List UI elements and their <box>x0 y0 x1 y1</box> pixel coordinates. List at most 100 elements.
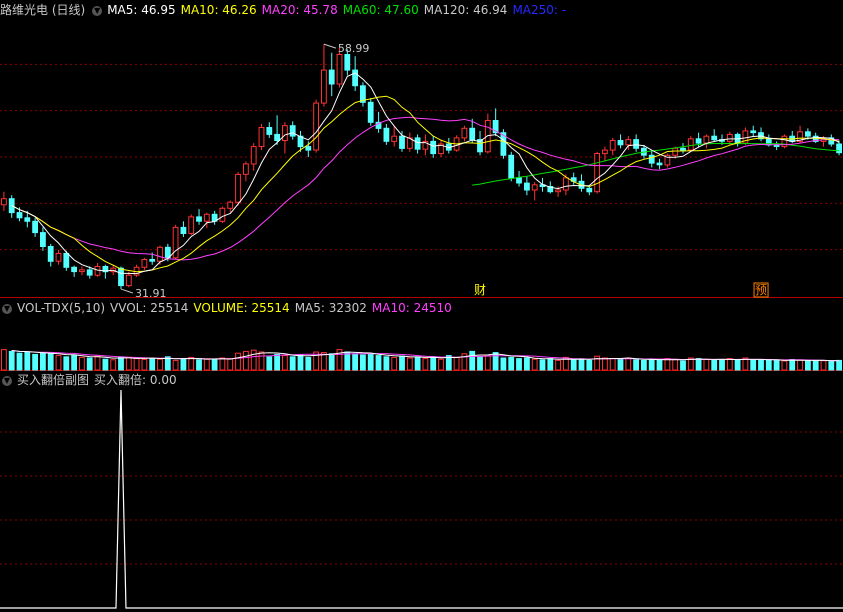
candle-body <box>430 140 437 155</box>
volume-bar <box>289 356 296 371</box>
candle-body <box>805 131 811 137</box>
volume-bar <box>633 359 640 371</box>
volume-bar <box>157 358 163 371</box>
candle-body <box>531 184 538 191</box>
candle-body <box>180 226 187 234</box>
volume-bar <box>243 350 249 371</box>
candle-body <box>328 69 335 85</box>
annotation-leader <box>323 43 337 49</box>
volume-bar <box>375 355 382 371</box>
candle-body <box>164 246 171 259</box>
volume-legend-item-1: VOLUME: 25514 <box>193 301 290 315</box>
candle-body <box>282 125 288 141</box>
candle-body <box>313 102 320 151</box>
volume-bar <box>648 359 655 371</box>
candle-body <box>47 246 54 262</box>
volume-bar <box>469 350 476 371</box>
candle-body <box>563 177 569 191</box>
candle-body <box>141 259 148 268</box>
candle-body <box>86 269 93 276</box>
price-legend: 路维光电 (日线) ▼ MA5: 46.95 MA10: 46.26 MA20: 45.… <box>0 2 576 18</box>
candle-body <box>680 147 686 151</box>
volume-bar <box>383 356 390 371</box>
volume-bar <box>726 358 733 371</box>
dropdown-icon[interactable]: ▼ <box>92 5 103 16</box>
volume-bar <box>118 356 124 371</box>
volume-bar <box>32 353 39 371</box>
ma10-line <box>11 95 840 273</box>
indicator-legend: ▼ 买入翻倍副图 买入翻倍: 0.00 <box>0 372 182 388</box>
volume-bar <box>110 359 117 371</box>
candle-body <box>383 127 390 142</box>
volume-bar <box>765 359 772 371</box>
volume-bar <box>102 358 109 371</box>
volume-bar <box>477 356 483 371</box>
volume-bar <box>758 359 764 371</box>
candle-body <box>367 101 374 123</box>
event-marker: 预 <box>755 283 767 297</box>
indicator-line <box>0 389 843 609</box>
indicator-title: 买入翻倍副图 <box>17 373 90 387</box>
volume-bar <box>227 358 234 371</box>
volume-bar <box>94 355 101 371</box>
volume-bar <box>250 349 257 371</box>
volume-bar <box>781 360 788 371</box>
volume-bar <box>55 355 62 371</box>
ma-legend-item-1: MA10: 46.26 <box>180 3 257 17</box>
dropdown-icon[interactable]: ▼ <box>2 375 12 386</box>
candle-body <box>321 69 327 104</box>
volume-bar <box>360 354 366 371</box>
volume-bar <box>602 357 608 371</box>
volume-bar <box>430 356 437 371</box>
candle-body <box>617 140 624 146</box>
candle-body <box>289 125 296 137</box>
stock-title: 路维光电 (日线) <box>0 3 86 17</box>
volume-bar <box>711 359 718 371</box>
candle-body <box>274 133 281 141</box>
candle-body <box>172 226 179 259</box>
candle-body <box>196 216 202 222</box>
candle-body <box>687 138 694 151</box>
volume-bar <box>180 358 187 371</box>
annotation-leader <box>120 288 134 294</box>
candle-body <box>55 252 62 262</box>
volume-bar <box>63 356 70 371</box>
candle-body <box>149 259 156 262</box>
candle-body <box>157 246 163 262</box>
volume-bar <box>86 357 93 371</box>
candle-body <box>836 143 843 154</box>
volume-bar <box>484 354 491 371</box>
candle-body <box>609 140 616 151</box>
candle-body <box>555 189 562 193</box>
candle-body <box>672 147 679 156</box>
volume-bar <box>438 358 444 371</box>
volume-bar <box>805 360 811 371</box>
volume-bar <box>664 358 671 371</box>
volume-bar <box>172 359 179 371</box>
volume-bar <box>219 357 226 371</box>
volume-bar <box>836 359 843 371</box>
volume-bar <box>750 359 757 371</box>
volume-bar <box>211 359 218 371</box>
volume-bar <box>196 359 202 371</box>
candle-body <box>305 146 312 151</box>
volume-bar <box>133 358 140 371</box>
volume-bar <box>16 352 23 371</box>
candle-body <box>79 269 85 273</box>
volume-bar <box>235 352 241 371</box>
candle-body <box>399 135 405 149</box>
volume-bar <box>24 351 31 371</box>
dropdown-icon[interactable]: ▼ <box>2 303 12 314</box>
volume-bar <box>719 359 725 371</box>
candle-body <box>227 201 234 209</box>
volume-bar <box>656 359 663 371</box>
volume-bar <box>266 356 273 371</box>
volume-bar <box>188 356 195 371</box>
candle-body <box>40 232 46 248</box>
volume-bar <box>797 359 803 371</box>
volume-legend-item-3: MA10: 24510 <box>371 301 452 315</box>
candle-body <box>243 163 249 175</box>
volume-bar <box>500 357 507 371</box>
volume-bar <box>820 360 827 371</box>
volume-bar <box>672 358 679 371</box>
